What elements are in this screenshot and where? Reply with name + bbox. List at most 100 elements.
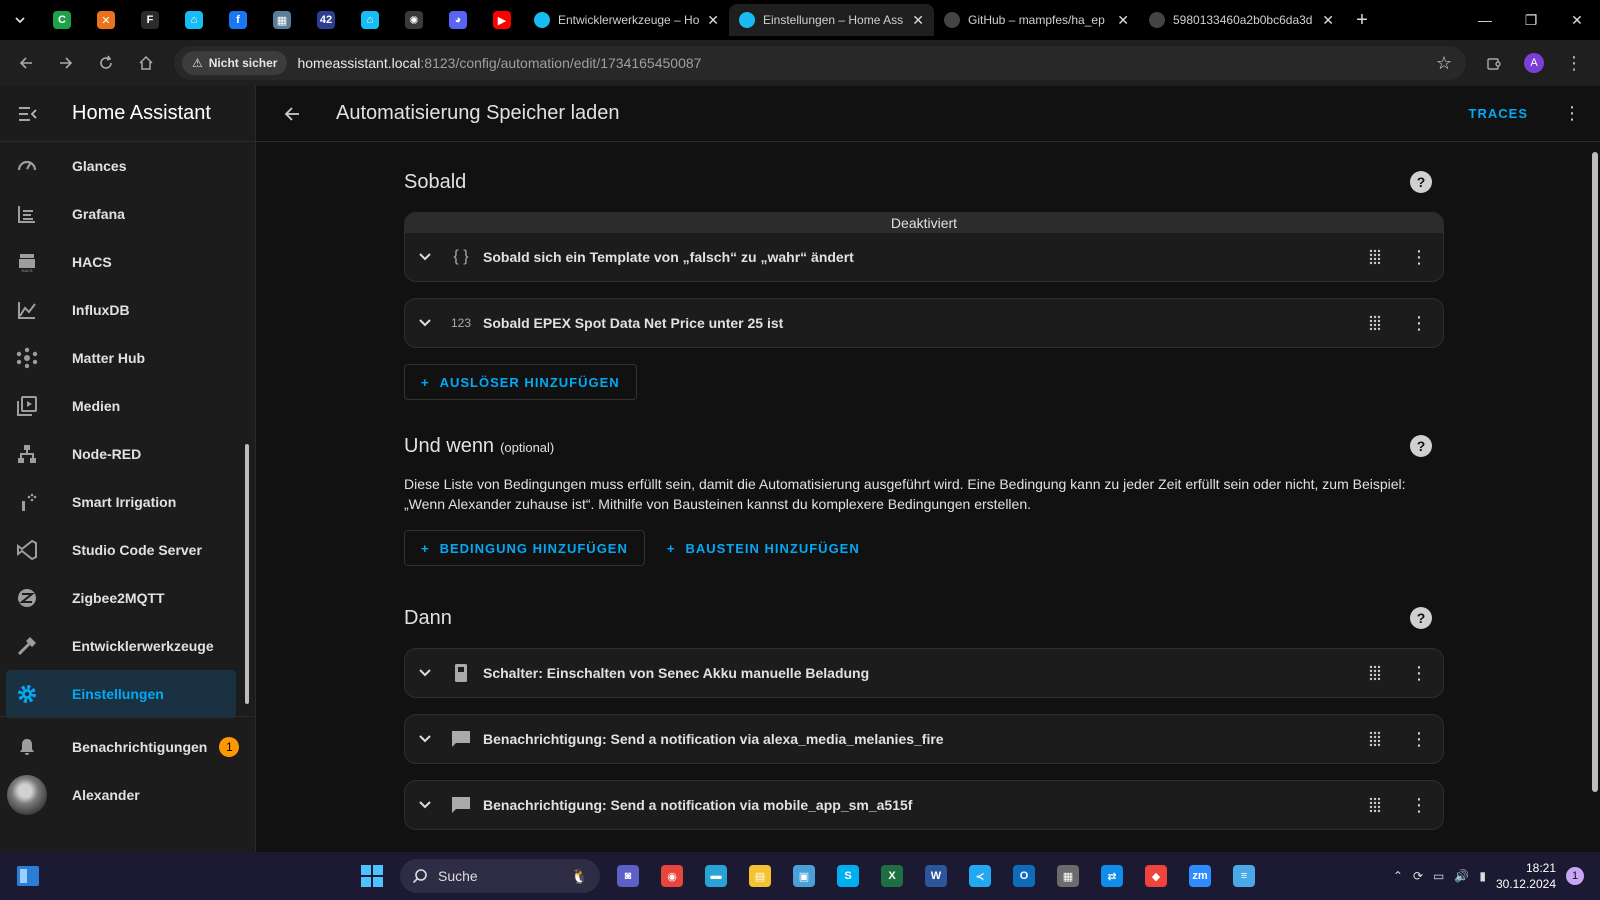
forward-button[interactable] xyxy=(48,45,84,81)
teamviewer-taskbar-button[interactable]: ⇄ xyxy=(1094,858,1130,894)
photos-taskbar-button[interactable]: ▣ xyxy=(786,858,822,894)
sidebar-item-glances[interactable]: Glances xyxy=(6,142,236,190)
extensions-button[interactable] xyxy=(1476,45,1512,81)
sidebar-item-zigbee2mqtt[interactable]: Zigbee2MQTT xyxy=(6,574,236,622)
taskbar-search[interactable]: Suche 🐧 xyxy=(400,859,600,893)
action-row[interactable]: Benachrichtigung: Send a notification vi… xyxy=(405,781,1443,829)
pinned-tab[interactable]: ▦ xyxy=(260,4,304,36)
minimize-button[interactable]: — xyxy=(1462,0,1508,40)
editor-menu-button[interactable]: ⋮ xyxy=(1552,103,1592,124)
sync-icon[interactable]: ⟳ xyxy=(1413,869,1423,883)
trigger-row[interactable]: 123 Sobald EPEX Spot Data Net Price unter… xyxy=(405,299,1443,347)
row-menu-button[interactable]: ⋮ xyxy=(1395,795,1443,816)
profile-button[interactable]: A xyxy=(1516,45,1552,81)
chrome-taskbar-button[interactable]: ◉ xyxy=(654,858,690,894)
sidebar-item-hacs[interactable]: HACS HACS xyxy=(6,238,236,286)
drag-handle-icon[interactable] xyxy=(1355,249,1395,265)
drag-handle-icon[interactable] xyxy=(1355,315,1395,331)
drag-handle-icon[interactable] xyxy=(1355,797,1395,813)
trigger-row[interactable]: { } Sobald sich ein Template von „falsch“… xyxy=(405,233,1443,281)
pinned-tab[interactable]: f xyxy=(216,4,260,36)
pinned-tab[interactable]: ▶ xyxy=(480,4,524,36)
help-icon[interactable]: ? xyxy=(1410,435,1432,457)
sidebar-item-matter-hub[interactable]: Matter Hub xyxy=(6,334,236,382)
start-button[interactable] xyxy=(354,858,390,894)
word-taskbar-button[interactable]: W xyxy=(918,858,954,894)
action-row[interactable]: Schalter: Einschalten von Senec Akku man… xyxy=(405,649,1443,697)
close-icon[interactable]: ✕ xyxy=(707,12,719,29)
chevron-down-icon[interactable] xyxy=(405,669,445,677)
volume-icon[interactable]: 🔊 xyxy=(1454,869,1469,883)
sidebar-item-node-red[interactable]: Node-RED xyxy=(6,430,236,478)
anydesk-taskbar-button[interactable]: ◆ xyxy=(1138,858,1174,894)
close-icon[interactable]: ✕ xyxy=(1117,12,1129,29)
back-button[interactable] xyxy=(8,45,44,81)
outlook-taskbar-button[interactable]: O xyxy=(1006,858,1042,894)
close-window-button[interactable]: ✕ xyxy=(1554,0,1600,40)
zoom-taskbar-button[interactable]: zm xyxy=(1182,858,1218,894)
sidebar-item-grafana[interactable]: Grafana xyxy=(6,190,236,238)
pinned-tab[interactable]: ◕ xyxy=(436,4,480,36)
sidebar-item-medien[interactable]: Medien xyxy=(6,382,236,430)
row-menu-button[interactable]: ⋮ xyxy=(1395,313,1443,334)
add-condition-button[interactable]: + BEDINGUNG HINZUFÜGEN xyxy=(404,530,645,566)
browser-tab[interactable]: Einstellungen – Home Ass ✕ xyxy=(729,4,934,36)
chevron-down-icon[interactable] xyxy=(405,735,445,743)
notification-center-badge[interactable]: 1 xyxy=(1566,867,1584,885)
sidebar-item-einstellungen[interactable]: Einstellungen xyxy=(6,670,236,718)
browser-menu-button[interactable]: ⋮ xyxy=(1556,45,1592,81)
sidebar-item-smart-irrigation[interactable]: Smart Irrigation xyxy=(6,478,236,526)
close-icon[interactable]: ✕ xyxy=(1322,12,1334,29)
pinned-tab[interactable]: ✕ xyxy=(84,4,128,36)
chevron-down-icon[interactable] xyxy=(405,801,445,809)
clock[interactable]: 18:21 30.12.2024 xyxy=(1496,860,1556,892)
row-menu-button[interactable]: ⋮ xyxy=(1395,247,1443,268)
chevron-down-icon[interactable] xyxy=(405,319,445,327)
sidebar-item-influxdb[interactable]: InfluxDB xyxy=(6,286,236,334)
bookmark-star-icon[interactable]: ☆ xyxy=(1436,53,1458,74)
notepad-taskbar-button[interactable]: ≡ xyxy=(1226,858,1262,894)
close-icon[interactable]: ✕ xyxy=(912,12,924,29)
url-text[interactable]: homeassistant.local:8123/config/automati… xyxy=(297,55,1425,71)
sidebar-scrollbar[interactable] xyxy=(245,148,249,788)
pinned-tab[interactable]: ✺ xyxy=(392,4,436,36)
browser-tab[interactable]: Entwicklerwerkzeuge – Ho ✕ xyxy=(524,4,729,36)
excel-taskbar-button[interactable]: X xyxy=(874,858,910,894)
sidebar-item-notifications[interactable]: Benachrichtigungen 1 xyxy=(6,723,244,771)
new-tab-button[interactable]: + xyxy=(1344,9,1380,32)
security-chip[interactable]: ⚠ Nicht sicher xyxy=(182,51,288,75)
drag-handle-icon[interactable] xyxy=(1355,731,1395,747)
pinned-tab[interactable]: ⌂ xyxy=(172,4,216,36)
help-icon[interactable]: ? xyxy=(1410,607,1432,629)
display-icon[interactable]: ▭ xyxy=(1433,869,1444,883)
sidebar-item-studio-code-server[interactable]: Studio Code Server xyxy=(6,526,236,574)
calculator-taskbar-button[interactable]: ▦ xyxy=(1050,858,1086,894)
home-button[interactable] xyxy=(128,45,164,81)
restore-button[interactable]: ❐ xyxy=(1508,0,1554,40)
sidebar-item-entwicklerwerkzeuge[interactable]: Entwicklerwerkzeuge xyxy=(6,622,236,670)
pinned-tab[interactable]: ⌂ xyxy=(348,4,392,36)
traces-button[interactable]: TRACES xyxy=(1469,106,1528,121)
add-trigger-button[interactable]: + AUSLÖSER HINZUFÜGEN xyxy=(404,364,637,400)
sidebar-scroll-thumb[interactable] xyxy=(245,444,249,704)
tab-search-button[interactable] xyxy=(0,0,40,40)
address-bar[interactable]: ⚠ Nicht sicher homeassistant.local:8123/… xyxy=(174,46,1466,80)
drag-handle-icon[interactable] xyxy=(1355,665,1395,681)
browser-tab[interactable]: 5980133460a2b0bc6da3d ✕ xyxy=(1139,4,1344,36)
file-explorer-taskbar-button[interactable]: ▤ xyxy=(742,858,778,894)
teams-taskbar-button[interactable]: ◙ xyxy=(610,858,646,894)
pinned-tab[interactable]: 42 xyxy=(304,4,348,36)
action-row[interactable]: Benachrichtigung: Send a notification vi… xyxy=(405,715,1443,763)
row-menu-button[interactable]: ⋮ xyxy=(1395,729,1443,750)
help-icon[interactable]: ? xyxy=(1410,171,1432,193)
pinned-tab[interactable]: F xyxy=(128,4,172,36)
chevron-down-icon[interactable] xyxy=(405,253,445,261)
browser-app-taskbar-button[interactable]: ▬ xyxy=(698,858,734,894)
row-menu-button[interactable]: ⋮ xyxy=(1395,663,1443,684)
battery-icon[interactable]: ▮ xyxy=(1479,869,1486,883)
browser-tab[interactable]: GitHub – mampfes/ha_ep ✕ xyxy=(934,4,1139,36)
sidebar-item-profile[interactable]: Alexander xyxy=(6,771,244,819)
main-scrollbar[interactable] xyxy=(1592,148,1598,848)
sidebar-toggle-button[interactable] xyxy=(0,106,56,121)
reload-button[interactable] xyxy=(88,45,124,81)
